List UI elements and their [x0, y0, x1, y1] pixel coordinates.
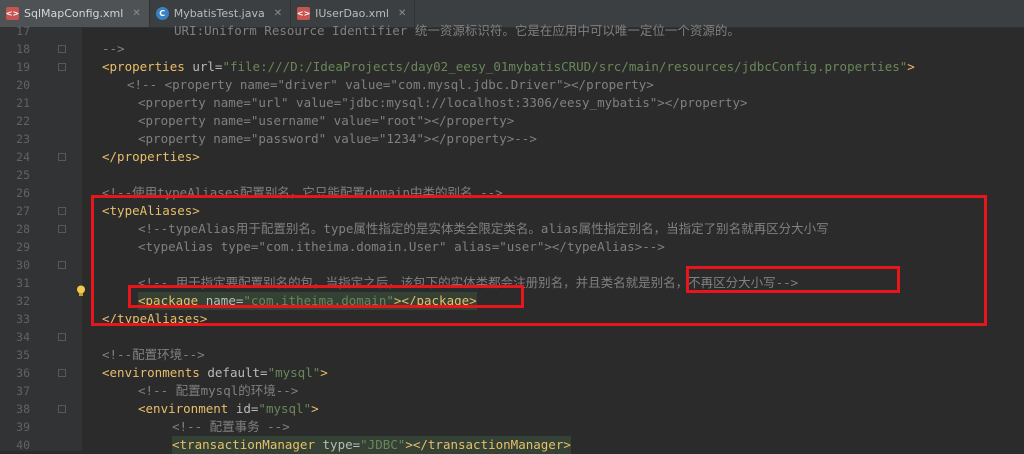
- xml-tag: <environment: [138, 401, 229, 416]
- annotation-box-comment: [686, 266, 900, 293]
- line-number: 27: [16, 204, 30, 218]
- xml-tag: >: [907, 59, 915, 74]
- xml-file-icon: <>: [5, 7, 20, 20]
- line-number: 37: [16, 384, 30, 398]
- code-line-36: <environments default="mysql">: [102, 364, 328, 382]
- line-number: 34: [16, 330, 30, 344]
- code-line-35: <!--配置环境-->: [102, 347, 205, 362]
- line-number: 28: [16, 222, 30, 236]
- fold-marker[interactable]: [58, 369, 66, 377]
- fold-marker[interactable]: [58, 225, 66, 233]
- line-number: 38: [16, 402, 30, 416]
- fold-marker[interactable]: [58, 63, 66, 71]
- xml-tag: >: [311, 401, 319, 416]
- xml-attribute: url=: [184, 59, 223, 74]
- line-number: 20: [16, 78, 30, 92]
- line-number: 39: [16, 420, 30, 434]
- line-number: 32: [16, 294, 30, 308]
- line-number: 21: [16, 96, 30, 110]
- xml-attribute: type=: [315, 437, 361, 452]
- close-icon[interactable]: ✕: [398, 8, 406, 19]
- xml-value: "JDBC": [360, 437, 406, 452]
- code-line-24: </properties>: [102, 149, 200, 164]
- tab-label: IUserDao.xml: [315, 7, 389, 20]
- xml-tag: <properties: [102, 59, 185, 74]
- line-number: 24: [16, 150, 30, 164]
- line-number: 22: [16, 114, 30, 128]
- line-number: 23: [16, 132, 30, 146]
- xml-tag: >: [320, 365, 328, 380]
- code-line-40: <transactionManager type="JDBC"></transa…: [172, 436, 571, 454]
- code-line-21: <property name="url" value="jdbc:mysql:/…: [138, 95, 748, 110]
- xml-tag: <environments: [102, 365, 200, 380]
- fold-marker[interactable]: [58, 153, 66, 161]
- line-number: 26: [16, 186, 30, 200]
- xml-file-icon: <>: [296, 7, 311, 20]
- line-number: 29: [16, 240, 30, 254]
- line-number: 30: [16, 258, 30, 272]
- tab-label: MybatisTest.java: [173, 7, 265, 20]
- code-line-22: <property name="username" value="root"><…: [138, 113, 515, 128]
- close-icon[interactable]: ✕: [274, 8, 282, 19]
- xml-value: "mysql": [258, 401, 312, 416]
- annotation-box-package: [128, 285, 524, 308]
- code-line-38: <environment id="mysql">: [138, 400, 319, 418]
- line-number: 31: [16, 276, 30, 290]
- xml-value: "file:///D:/IdeaProjects/day02_eesy_01my…: [222, 59, 908, 74]
- xml-attribute: default=: [199, 365, 268, 380]
- xml-tag: <transactionManager: [172, 437, 315, 452]
- xml-tag: ></transactionManager>: [405, 437, 571, 452]
- tab-label: SqlMapConfig.xml: [24, 7, 124, 20]
- code-line-37: <!-- 配置mysql的环境-->: [138, 383, 299, 398]
- code-line-18: -->: [102, 41, 125, 56]
- java-class-icon: C: [155, 7, 169, 20]
- code-line-19: <properties url="file:///D:/IdeaProjects…: [102, 58, 915, 76]
- code-line-20: <!-- <property name="driver" value="com.…: [127, 77, 654, 92]
- fold-marker[interactable]: [58, 261, 66, 269]
- code-line-39: <!-- 配置事务 -->: [172, 419, 290, 434]
- line-number: 17: [16, 24, 30, 38]
- line-number: 18: [16, 42, 30, 56]
- close-icon[interactable]: ✕: [132, 8, 140, 19]
- xml-attribute: id=: [228, 401, 259, 416]
- fold-marker[interactable]: [58, 405, 66, 413]
- line-number: 19: [16, 60, 30, 74]
- fold-marker[interactable]: [58, 45, 66, 53]
- fold-marker[interactable]: [58, 333, 66, 341]
- xml-value: "mysql": [267, 365, 321, 380]
- line-number: 33: [16, 312, 30, 326]
- line-number: 25: [16, 168, 30, 182]
- line-number-gutter: 17 18 19 20 21 22 23 24 25 26 27 28 29 3…: [0, 24, 82, 452]
- code-line-17: URI:Uniform Resource Identifier 统一资源标识符。…: [174, 23, 740, 38]
- fold-marker[interactable]: [58, 207, 66, 215]
- line-number: 35: [16, 348, 30, 362]
- line-number: 40: [16, 438, 30, 452]
- line-number: 36: [16, 366, 30, 380]
- code-line-23: <property name="password" value="1234"><…: [138, 131, 537, 146]
